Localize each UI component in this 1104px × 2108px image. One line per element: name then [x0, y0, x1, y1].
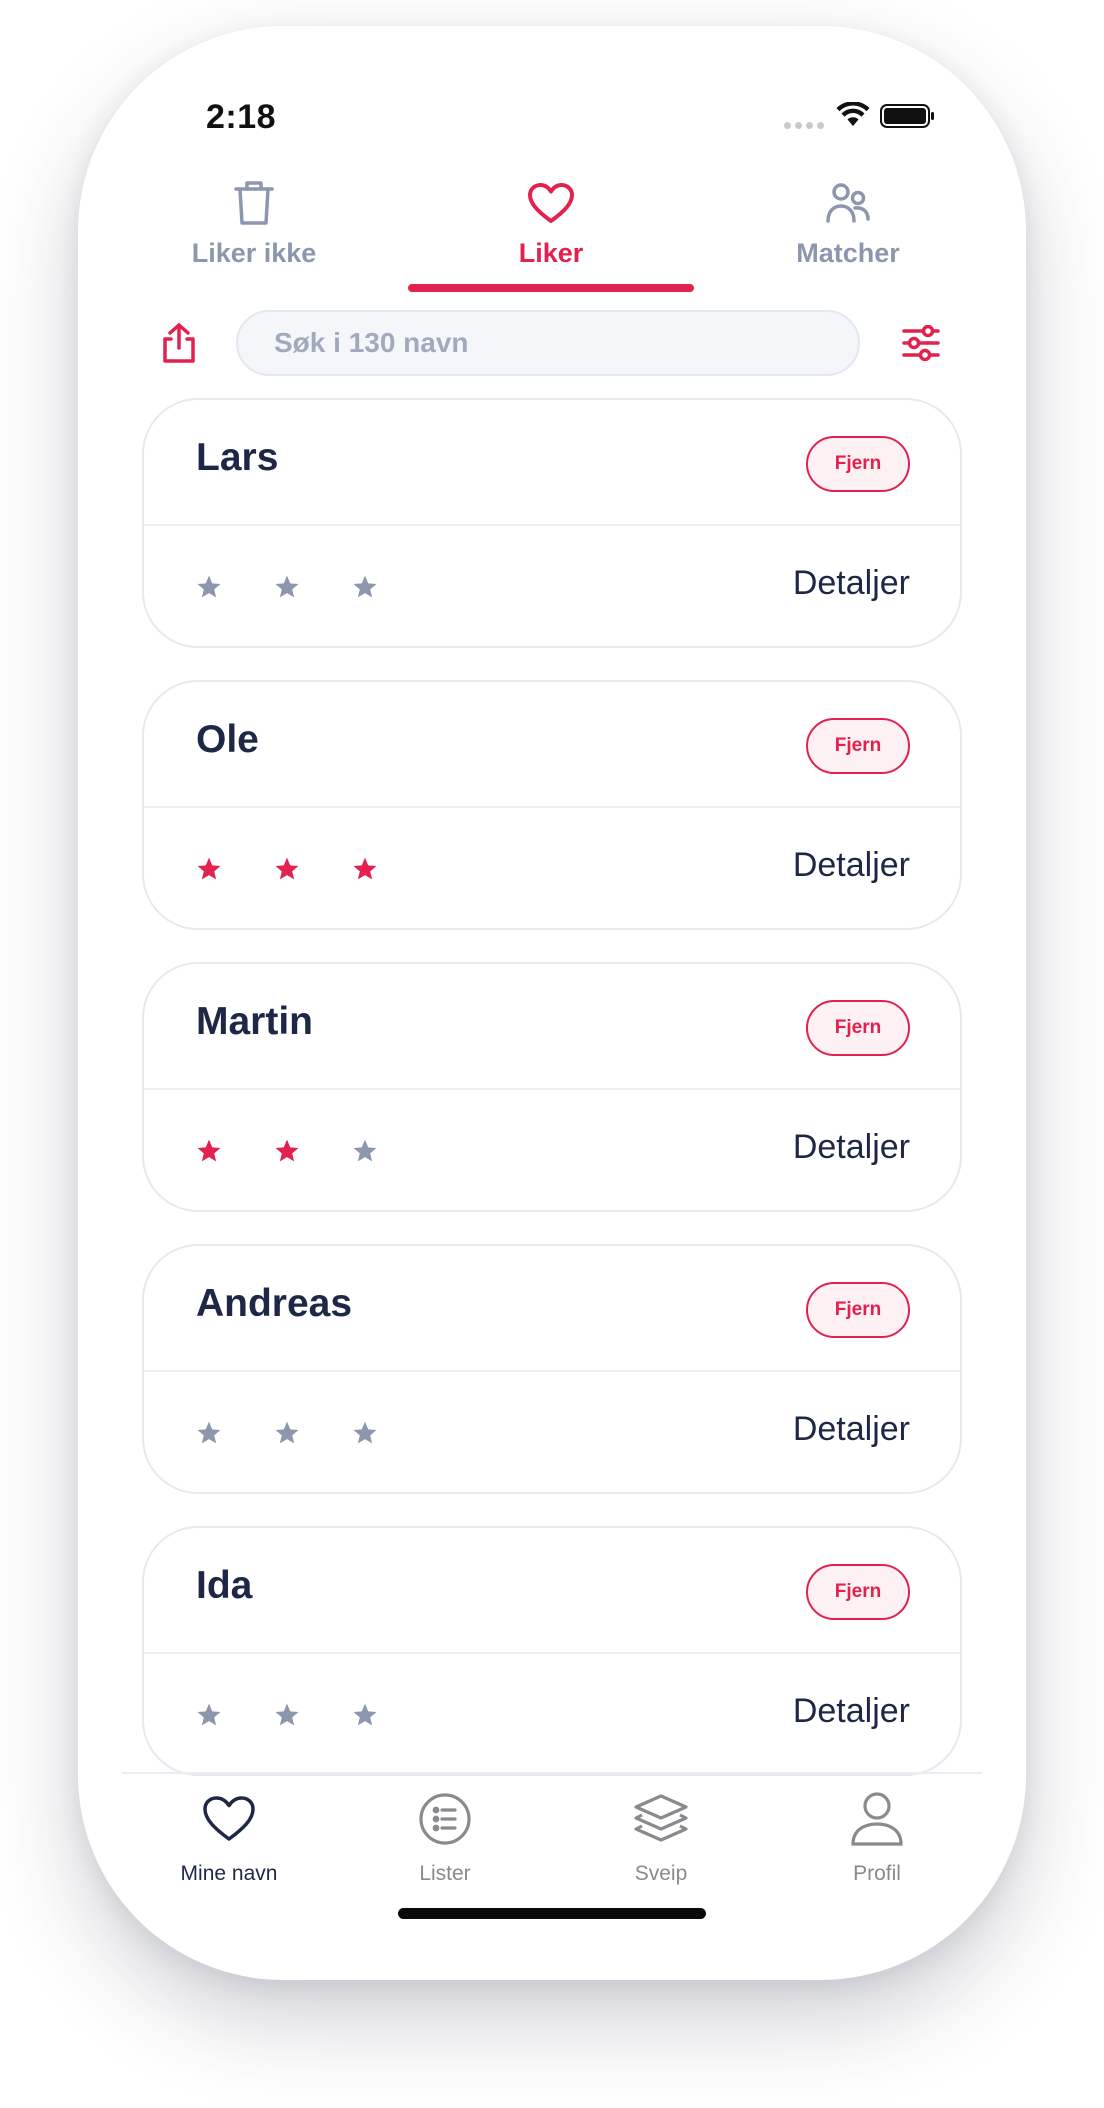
tab-matcher[interactable]: Matcher	[728, 176, 968, 269]
details-link[interactable]: Detaljer	[793, 846, 910, 885]
bottom-nav-divider	[122, 1772, 982, 1774]
tab-label: Matcher	[796, 238, 900, 268]
star-empty-icon[interactable]	[274, 1420, 300, 1446]
star-rating[interactable]	[196, 856, 378, 882]
nav-label: Profil	[853, 1862, 901, 1885]
remove-button[interactable]: Fjern	[806, 436, 910, 492]
remove-button[interactable]: Fjern	[806, 1000, 910, 1056]
search-field[interactable]	[236, 310, 860, 376]
star-empty-icon[interactable]	[352, 1138, 378, 1164]
star-empty-icon[interactable]	[352, 574, 378, 600]
name-title: Andreas	[196, 1282, 353, 1325]
star-filled-icon[interactable]	[274, 1138, 300, 1164]
star-empty-icon[interactable]	[352, 1420, 378, 1446]
name-card[interactable]: Ida Fjern Detaljer	[142, 1526, 962, 1776]
nav-label: Lister	[419, 1862, 471, 1885]
search-input[interactable]	[272, 326, 858, 360]
star-rating[interactable]	[196, 1138, 378, 1164]
star-filled-icon[interactable]	[196, 856, 222, 882]
card-divider	[144, 1370, 960, 1372]
name-title: Ole	[196, 718, 259, 761]
share-icon	[163, 323, 195, 363]
nav-label: Sveip	[634, 1862, 688, 1885]
remove-button[interactable]: Fjern	[806, 1564, 910, 1620]
nav-mine-navn[interactable]: Mine navn	[129, 1786, 329, 1886]
tab-label: Liker	[518, 238, 584, 268]
remove-button[interactable]: Fjern	[806, 1282, 910, 1338]
heart-icon	[431, 176, 671, 230]
app-screen: 2:18 Liker ikke Liker Matcher Søk i 130 …	[78, 26, 1026, 1980]
star-empty-icon[interactable]	[196, 1702, 222, 1728]
battery-icon	[880, 104, 936, 133]
name-title: Ida	[196, 1564, 253, 1607]
remove-button[interactable]: Fjern	[806, 718, 910, 774]
heart-icon	[129, 1786, 329, 1852]
tab-liker-ikke[interactable]: Liker ikke	[134, 176, 374, 269]
active-tab-indicator	[408, 284, 694, 292]
star-empty-icon[interactable]	[196, 574, 222, 600]
people-icon	[728, 176, 968, 230]
star-rating[interactable]	[196, 1702, 378, 1728]
cellular-signal-icon	[784, 122, 824, 129]
name-card[interactable]: Ole Fjern Detaljer	[142, 680, 962, 930]
layers-icon	[561, 1786, 761, 1852]
star-rating[interactable]	[196, 1420, 378, 1446]
nav-profil[interactable]: Profil	[777, 1786, 977, 1886]
sliders-icon	[902, 325, 940, 361]
name-card[interactable]: Martin Fjern Detaljer	[142, 962, 962, 1212]
card-divider	[144, 806, 960, 808]
star-filled-icon[interactable]	[352, 856, 378, 882]
star-filled-icon[interactable]	[196, 1138, 222, 1164]
details-link[interactable]: Detaljer	[793, 1128, 910, 1167]
star-rating[interactable]	[196, 574, 378, 600]
details-link[interactable]: Detaljer	[793, 1692, 910, 1731]
star-empty-icon[interactable]	[352, 1702, 378, 1728]
wifi-icon	[836, 101, 870, 133]
card-divider	[144, 524, 960, 526]
star-empty-icon[interactable]	[274, 1702, 300, 1728]
nav-sveip[interactable]: Sveip	[561, 1786, 761, 1886]
card-divider	[144, 1652, 960, 1654]
list-icon	[345, 1786, 545, 1852]
person-icon	[777, 1786, 977, 1852]
name-list: Lars Fjern Detaljer Ole Fjern Detaljer Martin F…	[142, 398, 962, 1798]
name-title: Martin	[196, 1000, 313, 1043]
details-link[interactable]: Detaljer	[793, 564, 910, 603]
name-card[interactable]: Lars Fjern Detaljer	[142, 398, 962, 648]
tab-label: Liker ikke	[191, 238, 317, 268]
star-empty-icon[interactable]	[274, 574, 300, 600]
name-card[interactable]: Andreas Fjern Detaljer	[142, 1244, 962, 1494]
name-title: Lars	[196, 436, 279, 479]
nav-label: Mine navn	[180, 1862, 278, 1885]
details-link[interactable]: Detaljer	[793, 1410, 910, 1449]
filter-button[interactable]	[894, 316, 948, 370]
card-divider	[144, 1088, 960, 1090]
star-filled-icon[interactable]	[274, 856, 300, 882]
home-indicator	[398, 1908, 706, 1919]
trash-icon	[134, 176, 374, 230]
tab-liker[interactable]: Liker	[431, 176, 671, 269]
share-button[interactable]	[152, 316, 206, 370]
phone-frame: 2:18 Liker ikke Liker Matcher Søk i 130 …	[78, 26, 1026, 1980]
status-time: 2:18	[206, 98, 277, 136]
star-empty-icon[interactable]	[196, 1420, 222, 1446]
nav-lister[interactable]: Lister	[345, 1786, 545, 1886]
